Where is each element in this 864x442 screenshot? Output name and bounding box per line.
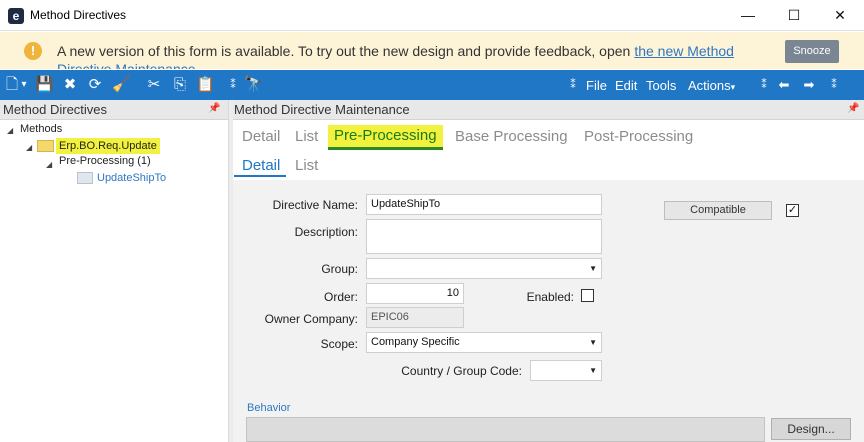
notification-message: A new version of this form is available.…	[57, 43, 631, 59]
menu-overflow-icon[interactable]: ⁑	[568, 76, 578, 94]
right-panel-header: Method Directive Maintenance 📌	[233, 100, 864, 120]
subtab-detail[interactable]: Detail	[242, 157, 280, 174]
method-tree: ◢ Methods ◢ Erp.BO.Req.Update ◢ Pre-Proc…	[0, 121, 228, 442]
notification-overflow-text[interactable]: Directive Maintenance	[57, 61, 196, 69]
paste-icon[interactable]: 📋	[196, 76, 215, 94]
refresh-icon[interactable]: ⟳	[86, 76, 104, 94]
tree-node-erp-bo-req-update[interactable]: Erp.BO.Req.Update	[56, 138, 160, 154]
extra-overflow-icon[interactable]: ⁑	[829, 76, 839, 94]
scope-select[interactable]: Company Specific ▼	[366, 332, 602, 353]
maximize-button[interactable]: ☐	[771, 0, 817, 31]
design-button[interactable]: Design...	[771, 418, 851, 440]
copy-icon[interactable]: ⎘	[171, 76, 189, 94]
tab-post-processing[interactable]: Post-Processing	[584, 128, 693, 145]
snooze-button[interactable]: Snooze	[785, 40, 839, 63]
app-logo-icon: e	[8, 8, 24, 24]
tree-expand-icon[interactable]: ◢	[26, 143, 32, 152]
country-group-code-label: Country / Group Code:	[401, 364, 522, 378]
owner-company-input: EPIC06	[366, 307, 464, 328]
tree-expand-icon[interactable]: ◢	[46, 160, 52, 169]
chevron-down-icon: ▾	[730, 82, 736, 92]
country-group-code-select[interactable]: ▼	[530, 360, 602, 381]
description-label: Description:	[294, 225, 358, 239]
new-version-notification: ! A new version of this form is availabl…	[0, 32, 864, 69]
order-label: Order:	[323, 290, 358, 304]
group-label: Group:	[321, 262, 358, 276]
scope-value: Company Specific	[371, 336, 460, 348]
directive-name-input[interactable]: UpdateShipTo	[366, 194, 602, 215]
enabled-checkbox[interactable]	[581, 289, 594, 302]
back-arrow-icon[interactable]: ⬅	[775, 76, 793, 94]
chevron-down-icon[interactable]: ▼	[589, 361, 597, 380]
order-input[interactable]: 10	[366, 283, 464, 304]
menu-edit[interactable]: Edit	[615, 78, 637, 93]
clear-icon[interactable]: 🧹	[112, 76, 131, 94]
window-title: Method Directives	[30, 8, 127, 22]
forward-arrow-icon[interactable]: ➡	[800, 76, 818, 94]
menu-actions[interactable]: Actions▾	[688, 78, 735, 93]
compatible-button[interactable]: Compatible	[664, 201, 772, 220]
pin-icon[interactable]: 📌	[208, 103, 220, 114]
toolbar-overflow-icon[interactable]: ⁑	[228, 76, 238, 94]
right-panel-title: Method Directive Maintenance	[234, 102, 410, 117]
menu-actions-label: Actions	[688, 78, 731, 93]
cut-icon[interactable]: ✂	[145, 76, 163, 94]
minimize-button[interactable]: —	[725, 0, 771, 31]
directive-icon	[77, 172, 93, 184]
subtab-list[interactable]: List	[295, 157, 318, 174]
chevron-down-icon[interactable]: ▼	[589, 333, 597, 352]
delete-icon[interactable]: ✖	[61, 76, 79, 94]
left-panel-title: Method Directives	[3, 102, 108, 117]
new-design-link[interactable]: the new Method	[634, 43, 734, 59]
folder-icon	[37, 140, 54, 152]
new-design-link-continued[interactable]: Directive Maintenance	[57, 61, 196, 69]
tree-node-pre-processing[interactable]: Pre-Processing (1)	[59, 155, 151, 167]
tree-node-methods[interactable]: Methods	[20, 123, 62, 135]
tree-expand-icon[interactable]: ◢	[7, 126, 13, 135]
tree-node-updateshipto[interactable]: UpdateShipTo	[97, 172, 166, 184]
tab-detail[interactable]: Detail	[242, 128, 280, 145]
new-dropdown-icon[interactable]: ▾	[19, 76, 29, 94]
behavior-label: Behavior	[247, 402, 291, 414]
chevron-down-icon[interactable]: ▼	[589, 259, 597, 278]
enabled-label: Enabled:	[526, 290, 574, 304]
window-titlebar: e Method Directives — ☐ ✕	[0, 0, 864, 31]
description-input[interactable]	[366, 219, 602, 254]
save-icon[interactable]: 💾	[35, 76, 54, 94]
scope-label: Scope:	[320, 337, 358, 351]
warning-icon: !	[24, 42, 42, 60]
behavior-panel	[246, 417, 765, 442]
main-toolbar: 🗋 ▾ 💾 ✖ ⟳ 🧹 ✂ ⎘ 📋 ⁑ 🔭 ⁑ File Edit Tools …	[0, 70, 864, 100]
group-select[interactable]: ▼	[366, 258, 602, 279]
binoculars-icon[interactable]: 🔭	[244, 76, 263, 94]
active-subtab-indicator	[234, 175, 286, 177]
tab-base-processing[interactable]: Base Processing	[455, 128, 568, 145]
tab-list[interactable]: List	[295, 128, 318, 145]
pin-icon[interactable]: 📌	[847, 103, 859, 114]
close-window-button[interactable]: ✕	[817, 0, 863, 31]
tab-pre-processing[interactable]: Pre-Processing	[328, 125, 443, 150]
nav-overflow-icon[interactable]: ⁑	[759, 76, 769, 94]
compatible-checkbox[interactable]: ✓	[786, 204, 799, 217]
notification-text: A new version of this form is available.…	[57, 43, 734, 59]
left-panel-header: Method Directives 📌	[0, 100, 228, 120]
menu-file[interactable]: File	[586, 78, 607, 93]
menu-tools[interactable]: Tools	[646, 78, 676, 93]
directive-name-label: Directive Name:	[272, 198, 358, 212]
owner-company-label: Owner Company:	[264, 312, 358, 326]
